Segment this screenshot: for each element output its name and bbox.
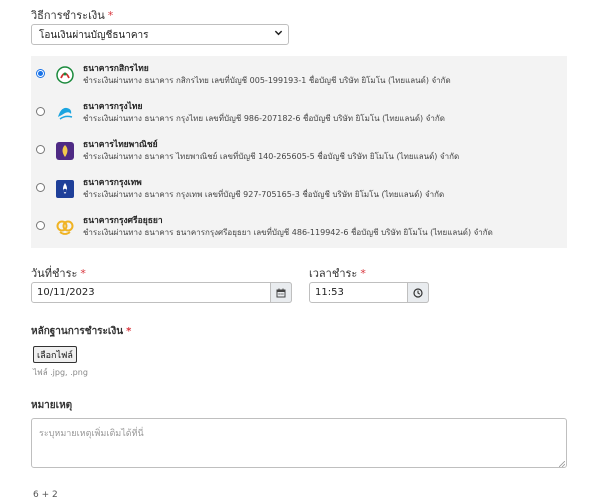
payment-method-label-text: วิธีการชำระเงิน	[31, 9, 105, 22]
bank-name: ธนาคารไทยพาณิชย์	[83, 140, 158, 150]
krungsri-logo-icon	[55, 217, 75, 237]
resize-handle-icon[interactable]	[558, 460, 566, 468]
scb-logo-icon	[55, 141, 75, 161]
radio-bangkok-bank[interactable]	[36, 183, 45, 192]
payment-method-select[interactable]: โอนเงินผ่านบัญชีธนาคาร	[31, 24, 289, 45]
pay-time-input[interactable]: 11:53	[309, 282, 429, 303]
pay-time-label: เวลาชำระ *	[309, 264, 366, 282]
payment-form: วิธีการชำระเงิน * โอนเงินผ่านบัญชีธนาคาร …	[0, 0, 600, 500]
krungthai-logo-icon	[55, 103, 75, 123]
pay-date-value: 10/11/2023	[37, 287, 95, 298]
required-mark: *	[80, 267, 86, 280]
note-textarea[interactable]: ระบุหมายเหตุเพิ่มเติมได้ที่นี่	[31, 418, 567, 468]
bank-name: ธนาคารกรุงศรีอยุธยา	[83, 216, 163, 226]
bank-option-scb[interactable]: ธนาคารไทยพาณิชย์ ชำระเงินผ่านทาง ธนาคาร …	[31, 132, 567, 170]
bank-name: ธนาคารกสิกรไทย	[83, 64, 149, 74]
pay-date-input[interactable]: 10/11/2023	[31, 282, 292, 303]
clock-icon[interactable]	[407, 282, 429, 303]
pay-time-value: 11:53	[315, 287, 344, 298]
bank-option-kasikorn[interactable]: ธนาคารกสิกรไทย ชำระเงินผ่านทาง ธนาคาร กส…	[31, 56, 567, 94]
radio-krungsri[interactable]	[36, 221, 45, 230]
payment-method-label: วิธีการชำระเงิน *	[31, 6, 113, 24]
payment-method-selected: โอนเงินผ่านบัญชีธนาคาร	[39, 30, 149, 41]
bank-name: ธนาคารกรุงเทพ	[83, 178, 142, 188]
bank-description: ชำระเงินผ่านทาง ธนาคาร ธนาคารกรุงศรีอยุธ…	[83, 228, 493, 237]
calendar-icon[interactable]	[270, 282, 292, 303]
radio-scb[interactable]	[36, 145, 45, 154]
file-type-hint: ไฟล์ .jpg, .png	[33, 368, 88, 377]
footer-text: 6 + 2	[33, 490, 58, 500]
kasikorn-logo-icon	[55, 65, 75, 85]
chevron-down-icon	[274, 28, 283, 40]
proof-label-text: หลักฐานการชำระเงิน	[31, 326, 124, 337]
bank-list: ธนาคารกสิกรไทย ชำระเงินผ่านทาง ธนาคาร กส…	[31, 56, 567, 248]
note-placeholder: ระบุหมายเหตุเพิ่มเติมได้ที่นี่	[39, 429, 144, 439]
radio-kasikorn[interactable]	[36, 69, 45, 78]
bank-option-bangkok-bank[interactable]: ธนาคารกรุงเทพ ชำระเงินผ่านทาง ธนาคาร กรุ…	[31, 170, 567, 208]
bank-option-krungthai[interactable]: ธนาคารกรุงไทย ชำระเงินผ่านทาง ธนาคาร กรุ…	[31, 94, 567, 132]
note-label: หมายเหตุ	[31, 398, 72, 413]
radio-krungthai[interactable]	[36, 107, 45, 116]
bangkok-bank-logo-icon	[55, 179, 75, 199]
pay-date-label-text: วันที่ชำระ	[31, 267, 78, 280]
bank-name: ธนาคารกรุงไทย	[83, 102, 143, 112]
required-mark: *	[126, 326, 132, 337]
pay-date-label: วันที่ชำระ *	[31, 264, 86, 282]
required-mark: *	[107, 9, 114, 22]
bank-description: ชำระเงินผ่านทาง ธนาคาร กรุงเทพ เลขที่บัญ…	[83, 190, 445, 199]
bank-description: ชำระเงินผ่านทาง ธนาคาร กสิกรไทย เลขที่บั…	[83, 76, 451, 85]
bank-description: ชำระเงินผ่านทาง ธนาคาร กรุงไทย เลขที่บัญ…	[83, 114, 445, 123]
pay-time-label-text: เวลาชำระ	[309, 267, 358, 280]
note-label-text: หมายเหตุ	[31, 400, 73, 411]
proof-label: หลักฐานการชำระเงิน *	[31, 324, 131, 339]
bank-description: ชำระเงินผ่านทาง ธนาคาร ไทยพาณิชย์ เลขที่…	[83, 152, 460, 161]
choose-file-button[interactable]: เลือกไฟล์	[33, 346, 77, 363]
bank-option-krungsri[interactable]: ธนาคารกรุงศรีอยุธยา ชำระเงินผ่านทาง ธนาค…	[31, 208, 567, 246]
required-mark: *	[360, 267, 366, 280]
